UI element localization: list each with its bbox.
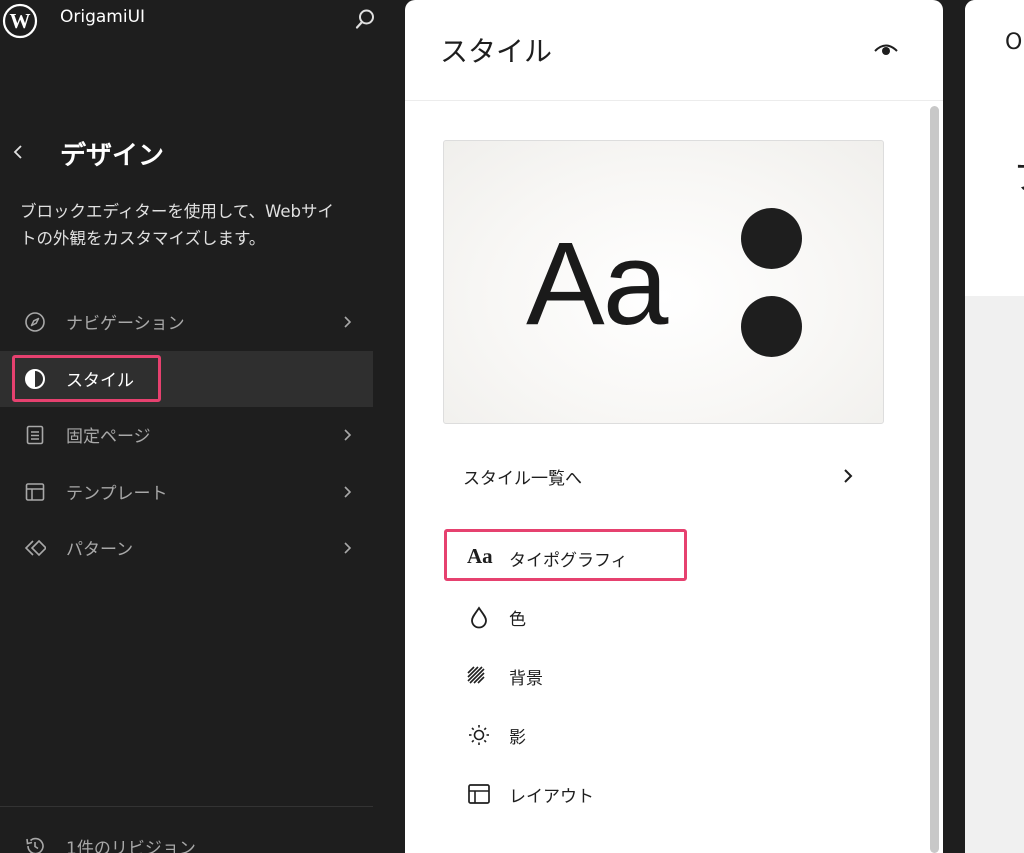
sidebar-item-templates[interactable]: テンプレート [0,464,373,520]
scrollbar[interactable] [930,106,939,853]
compass-icon [25,312,45,332]
style-preview[interactable]: Aa [443,140,884,424]
sidebar-item-label: テンプレート [66,484,168,504]
history-icon [26,837,44,853]
chevron-right-icon [344,429,352,441]
background-icon [467,666,485,684]
back-to-dashboard[interactable]: デザイン [0,130,373,174]
panel-item-label: 影 [509,728,526,748]
sidebar-item-navigation[interactable]: ナビゲーション [0,294,373,350]
panel-title: スタイル [440,35,553,68]
preview-color-dot [741,208,802,269]
revisions-link[interactable]: 1件のリビジョン [0,826,373,853]
panel-item-label: 色 [509,610,526,630]
panel-item-shadow[interactable]: 影 [463,714,863,756]
style-list-label: スタイル一覧へ [463,469,582,489]
sidebar-item-label: パターン [66,540,134,560]
style-list-link[interactable]: スタイル一覧へ [443,450,884,502]
sidebar-item-pages[interactable]: 固定ページ [0,407,373,463]
canvas-text: フ [1013,150,1024,199]
sidebar-description: ブロックエディターを使用して、Webサイトの外観をカスタマイズします。 [20,202,334,248]
sidebar-item-label: 固定ページ [66,427,151,447]
layout-icon [468,784,490,804]
styles-panel: スタイル Aa スタイル一覧へ Aa タイポグラフィ 色 背景 影 レイアウト [405,0,943,853]
preview-color-dot [741,296,802,357]
panel-item-color[interactable]: 色 [463,596,863,638]
chevron-right-icon [344,542,352,554]
highlight-box [444,529,687,581]
preview-text: Aa [526,218,668,350]
panel-item-layout[interactable]: レイアウト [463,773,863,815]
site-canvas-preview[interactable]: O フ [965,0,1024,853]
search-icon[interactable] [354,8,376,30]
sidebar-title: デザイン [60,141,165,171]
site-name[interactable]: OrigamiUI [60,7,145,27]
styles-panel-header: スタイル [405,0,943,101]
highlight-box [12,355,161,402]
layout-icon [25,483,45,501]
wordpress-logo-icon[interactable]: W [2,3,38,39]
divider [0,806,373,807]
canvas-text: O [1005,30,1023,55]
panel-item-label: レイアウト [509,787,594,807]
sidebar-item-patterns[interactable]: パターン [0,520,373,576]
sidebar: W OrigamiUI デザイン ブロックエディターを使用して、Webサイトの外… [0,0,376,853]
droplet-icon [471,606,487,629]
sidebar-topbar: W OrigamiUI [0,0,376,40]
eye-icon[interactable] [872,37,900,61]
canvas-header: O フ [965,0,1024,296]
chevron-right-icon [844,469,853,483]
revisions-label: 1件のリビジョン [66,839,196,853]
chevron-right-icon [344,486,352,498]
panel-item-background[interactable]: 背景 [463,655,863,697]
shadow-icon [469,725,489,745]
sidebar-item-label: ナビゲーション [66,314,185,334]
panel-item-label: 背景 [509,669,543,689]
chevron-right-icon [344,316,352,328]
chevron-left-icon[interactable] [10,143,28,161]
svg-text:W: W [10,9,31,33]
symbol-icon [24,539,46,557]
page-icon [26,425,44,445]
